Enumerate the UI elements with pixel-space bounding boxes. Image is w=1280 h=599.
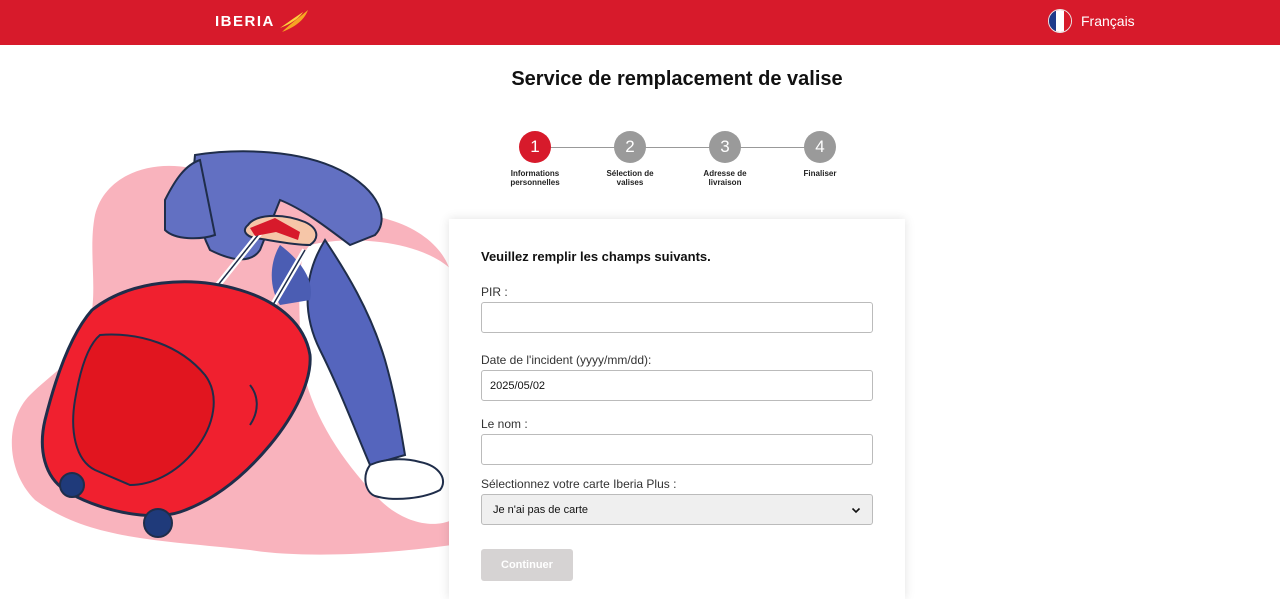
iberia-logo[interactable]: IBERIA (215, 8, 310, 34)
continue-button[interactable]: Continuer (481, 549, 573, 581)
top-bar: IBERIA Français (0, 0, 1280, 45)
step-3: 3 Adresse de livraison (690, 131, 760, 187)
iberia-plus-selected-value: Je n'ai pas de carte (493, 503, 589, 516)
step-2-number: 2 (614, 131, 646, 163)
form-card: Veuillez remplir les champs suivants. PI… (449, 219, 905, 599)
incident-date-label: Date de l'incident (yyyy/mm/dd): (481, 353, 652, 367)
name-input[interactable] (481, 434, 873, 465)
traveler-suitcase-illustration (11, 150, 452, 555)
step-1: 1 Informations personnelles (500, 131, 570, 187)
pir-input[interactable] (481, 302, 873, 333)
progress-stepper: 1 Informations personnelles 2 Sélection … (500, 131, 860, 201)
language-label: Français (1081, 13, 1135, 29)
step-4-number: 4 (804, 131, 836, 163)
step-4: 4 Finaliser (785, 131, 855, 178)
step-1-label: Informations personnelles (510, 169, 560, 187)
page-title: Service de remplacement de valise (511, 68, 843, 90)
french-flag-icon (1048, 9, 1072, 33)
step-3-number: 3 (709, 131, 741, 163)
stepper-line (534, 147, 820, 148)
logo-text: IBERIA (215, 12, 275, 30)
pir-label: PIR : (481, 285, 508, 299)
step-1-number: 1 (519, 131, 551, 163)
form-heading: Veuillez remplir les champs suivants. (481, 249, 711, 264)
incident-date-input[interactable] (481, 370, 873, 401)
iberia-plus-label: Sélectionnez votre carte Iberia Plus : (481, 477, 677, 491)
step-2: 2 Sélection de valises (595, 131, 665, 187)
iberia-plus-select[interactable]: Je n'ai pas de carte (481, 494, 873, 525)
step-3-label: Adresse de livraison (703, 169, 747, 187)
step-4-label: Finaliser (803, 169, 837, 178)
language-selector[interactable]: Français (1048, 9, 1135, 33)
name-label: Le nom : (481, 417, 528, 431)
chevron-down-icon (851, 507, 861, 513)
iberia-logo-icon (279, 10, 308, 32)
step-2-label: Sélection de valises (606, 169, 654, 187)
